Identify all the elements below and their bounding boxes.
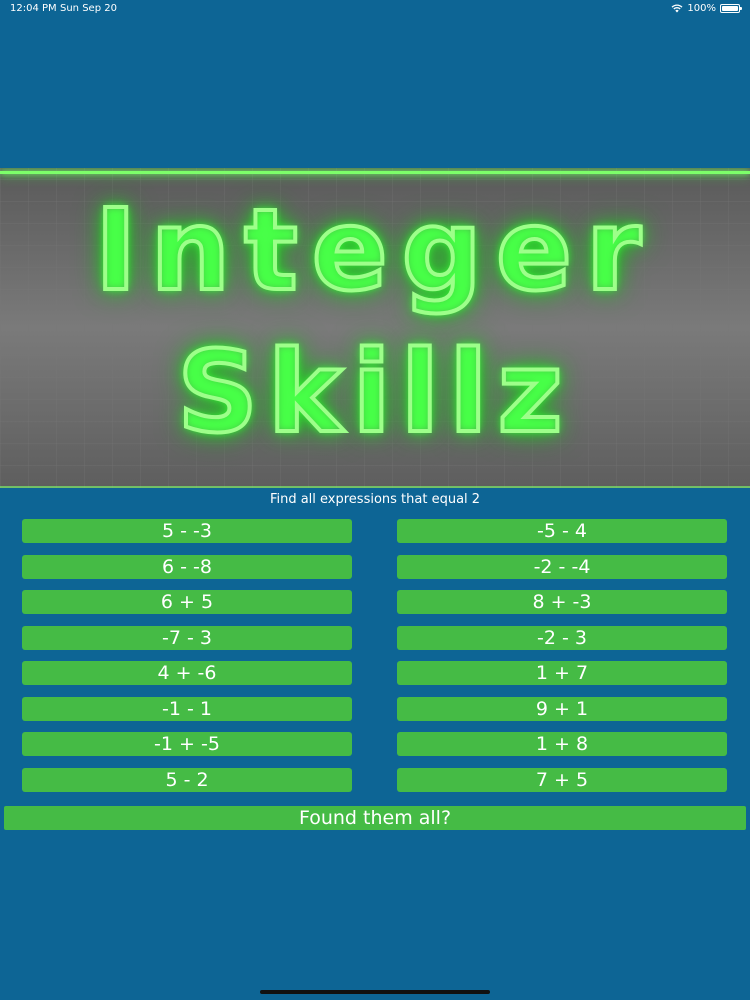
battery-icon	[720, 4, 742, 13]
answer-button-left-1[interactable]: 5 - -3	[22, 519, 352, 543]
neon-bottom-line	[0, 486, 750, 488]
answer-button-left-4[interactable]: -7 - 3	[22, 626, 352, 650]
title-line-1: Integer	[93, 184, 656, 318]
status-date: Sun Sep 20	[60, 3, 117, 14]
answer-button-right-1[interactable]: -5 - 4	[397, 519, 727, 543]
answer-button-right-8[interactable]: 7 + 5	[397, 768, 727, 792]
instruction-text: Find all expressions that equal 2	[269, 492, 481, 507]
answer-button-left-5[interactable]: 4 + -6	[22, 661, 352, 685]
battery-percent: 100%	[687, 3, 716, 14]
status-bar: 12:04 PM Sun Sep 20 100%	[0, 0, 750, 20]
title-line-2: Skillz	[175, 326, 573, 460]
found-them-all-button[interactable]: Found them all?	[4, 806, 746, 830]
answer-button-right-7[interactable]: 1 + 8	[397, 732, 727, 756]
answer-button-right-6[interactable]: 9 + 1	[397, 697, 727, 721]
answer-button-left-7[interactable]: -1 + -5	[22, 732, 352, 756]
answer-button-right-3[interactable]: 8 + -3	[397, 590, 727, 614]
wifi-icon	[671, 4, 683, 13]
answer-button-right-4[interactable]: -2 - 3	[397, 626, 727, 650]
answer-button-left-2[interactable]: 6 - -8	[22, 555, 352, 579]
answer-button-right-5[interactable]: 1 + 7	[397, 661, 727, 685]
answer-button-left-6[interactable]: -1 - 1	[22, 697, 352, 721]
title-banner: Integer Skillz	[0, 168, 750, 488]
answer-button-left-3[interactable]: 6 + 5	[22, 590, 352, 614]
answer-button-left-8[interactable]: 5 - 2	[22, 768, 352, 792]
status-indicators: 100%	[671, 3, 742, 14]
status-time: 12:04 PM	[10, 3, 57, 14]
home-indicator	[260, 990, 490, 994]
answer-button-right-2[interactable]: -2 - -4	[397, 555, 727, 579]
neon-top-line	[0, 171, 750, 174]
